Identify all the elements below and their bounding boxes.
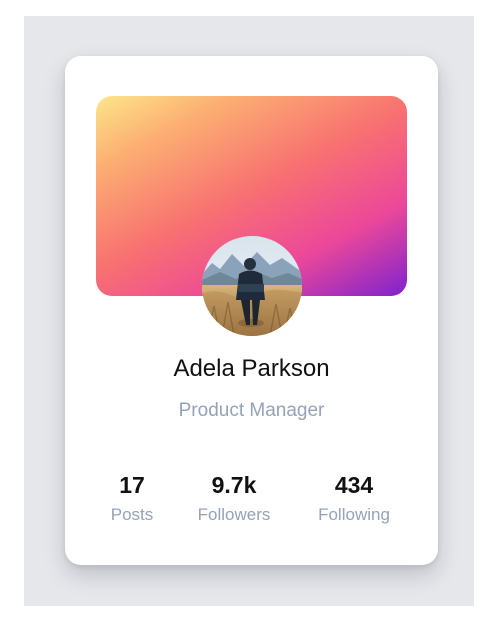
posts-label: Posts bbox=[110, 505, 154, 524]
posts-count: 17 bbox=[119, 472, 145, 498]
followers-stat: 9.7k Followers bbox=[179, 470, 289, 527]
following-label: Following bbox=[318, 505, 390, 524]
followers-label: Followers bbox=[197, 505, 271, 524]
followers-count: 9.7k bbox=[211, 472, 257, 498]
profile-name: Adela Parkson bbox=[173, 355, 330, 382]
profile-card: Adela Parkson Product Manager 17 Posts 9… bbox=[65, 56, 438, 565]
following-count: 434 bbox=[334, 472, 374, 498]
following-stat: 434 Following bbox=[299, 470, 409, 527]
profile-photo-icon bbox=[202, 236, 302, 336]
profile-role: Product Manager bbox=[178, 400, 325, 421]
avatar bbox=[202, 236, 302, 336]
posts-stat: 17 Posts bbox=[77, 470, 187, 527]
page-background: Adela Parkson Product Manager 17 Posts 9… bbox=[24, 16, 474, 606]
